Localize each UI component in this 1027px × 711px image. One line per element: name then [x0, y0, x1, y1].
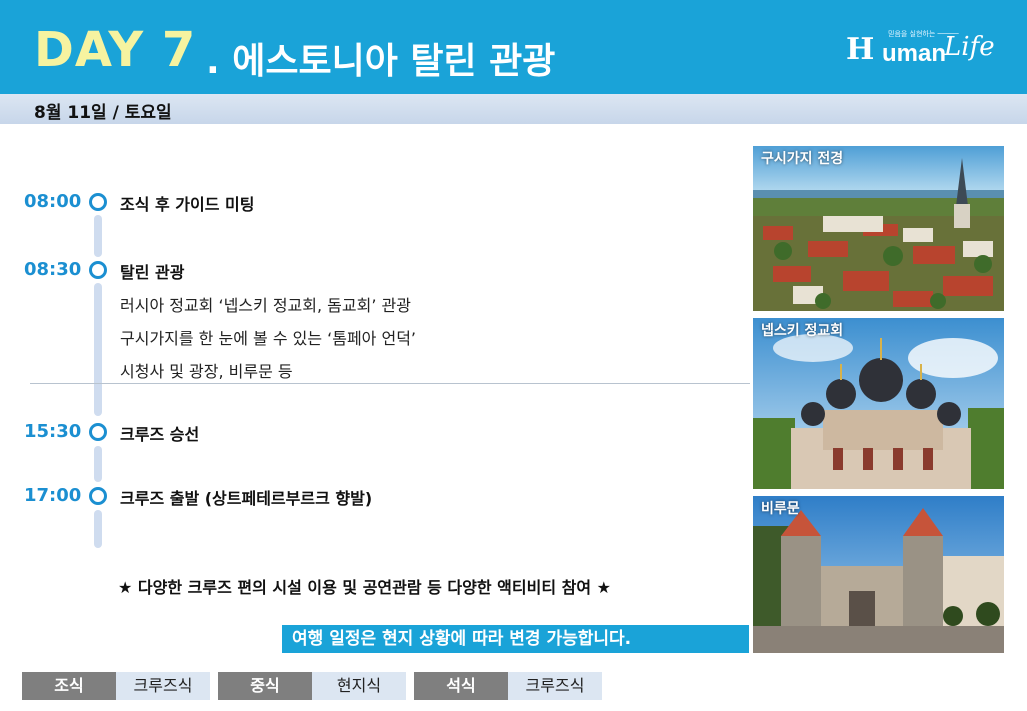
- schedule-notice: 여행 일정은 현지 상황에 따라 변경 가능합니다.: [282, 625, 749, 653]
- timeline-dot: [89, 193, 107, 211]
- timeline-dot: [89, 261, 107, 279]
- schedule-time: 08:30: [24, 259, 82, 280]
- timeline-dot: [89, 423, 107, 441]
- schedule-detail: 러시아 정교회 ‘넵스키 정교회, 돔교회’ 관광: [120, 296, 411, 315]
- schedule-detail: 시청사 및 광장, 비루문 등: [120, 362, 293, 381]
- schedule-detail: 구시가지를 한 눈에 볼 수 있는 ‘톰페아 언덕’: [120, 329, 417, 348]
- meal-value-breakfast: 크루즈식: [116, 672, 210, 700]
- section-divider: [30, 383, 750, 384]
- brand-word: uman: [882, 40, 947, 67]
- photo-caption: 구시가지 전경: [761, 151, 844, 167]
- timeline-connector: [94, 510, 102, 548]
- schedule-time: 08:00: [24, 191, 82, 212]
- timeline-connector: [94, 446, 102, 482]
- photo-nevsky-cathedral: 넵스키 정교회: [753, 318, 1004, 489]
- schedule-title: 탈린 관광: [120, 263, 185, 282]
- schedule-time: 17:00: [24, 485, 82, 506]
- schedule-title: 크루즈 승선: [120, 425, 200, 444]
- photo-viru-gate: 비루문: [753, 496, 1004, 653]
- header-banner: DAY 7 . 에스토니아 탈린 관광 믿음을 실현하는 ───── H uma…: [0, 0, 1027, 94]
- timeline-connector: [94, 215, 102, 257]
- brand-logo: 믿음을 실현하는 ───── H uman Life: [846, 26, 996, 70]
- activity-note: ★ 다양한 크루즈 편의 시설 이용 및 공연관람 등 다양한 액티비티 참여 …: [118, 578, 611, 597]
- photo-caption: 비루문: [761, 501, 800, 517]
- meal-label-dinner: 석식: [414, 672, 508, 700]
- viru-gate-image: [753, 496, 1004, 653]
- meal-label-breakfast: 조식: [22, 672, 116, 700]
- schedule-title: 조식 후 가이드 미팅: [120, 195, 255, 214]
- meal-value-lunch: 현지식: [312, 672, 406, 700]
- page-title: . 에스토니아 탈린 관광: [206, 41, 556, 82]
- timeline-connector: [94, 283, 102, 416]
- cathedral-image: [753, 318, 1004, 489]
- day-label: DAY 7: [34, 22, 197, 78]
- photo-caption: 넵스키 정교회: [761, 323, 844, 339]
- schedule-title: 크루즈 출발 (상트페테르부르크 향발): [120, 489, 373, 508]
- meal-value-dinner: 크루즈식: [508, 672, 602, 700]
- brand-script: Life: [944, 32, 995, 62]
- old-town-image: [753, 146, 1004, 311]
- brand-mark: H: [846, 32, 875, 67]
- meal-label-lunch: 중식: [218, 672, 312, 700]
- photo-old-town: 구시가지 전경: [753, 146, 1004, 311]
- timeline-dot: [89, 487, 107, 505]
- date-label: 8월 11일 / 토요일: [34, 103, 172, 123]
- schedule-time: 15:30: [24, 421, 82, 442]
